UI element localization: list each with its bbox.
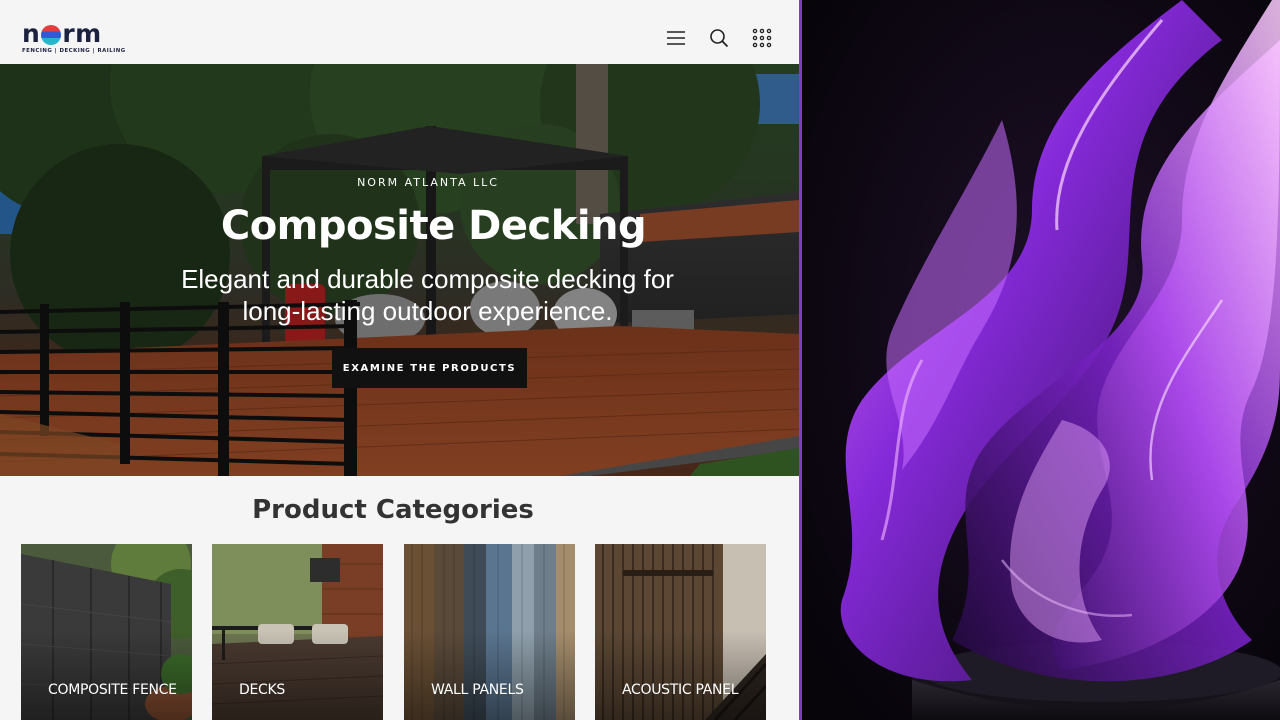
fluid-sculpture-graphic xyxy=(802,0,1280,720)
card-shade xyxy=(404,630,575,720)
category-label: COMPOSITE FENCE xyxy=(48,682,177,698)
examine-products-button[interactable]: EXAMINE THE PRODUCTS xyxy=(332,348,527,388)
brand-logo[interactable]: n rm FENCING | DECKING | RAILING xyxy=(22,19,132,56)
logo-letter-n: n xyxy=(22,19,41,48)
site-header: n rm FENCING | DECKING | RAILING xyxy=(0,0,799,64)
logo-wordmark: n rm xyxy=(22,19,132,48)
category-card-composite-fence[interactable]: COMPOSITE FENCE xyxy=(21,544,192,720)
category-cards: COMPOSITE FENCE DECKS WALL PANELS ACOUST… xyxy=(21,544,781,720)
purple-fluid-sculpture-art xyxy=(802,0,1280,720)
category-card-decks[interactable]: DECKS xyxy=(212,544,383,720)
hero-banner: NORM ATLANTA LLC Composite Decking Elega… xyxy=(0,64,799,476)
category-card-wall-panels[interactable]: WALL PANELS xyxy=(404,544,575,720)
card-shade xyxy=(595,630,766,720)
hero-subtitle: Elegant and durable composite decking fo… xyxy=(181,264,674,326)
hero-eyebrow: NORM ATLANTA LLC xyxy=(357,176,499,189)
categories-heading: Product Categories xyxy=(252,495,534,525)
category-card-acoustic-panel[interactable]: ACOUSTIC PANEL xyxy=(595,544,766,720)
apps-grid-icon[interactable] xyxy=(752,28,772,48)
website-panel: n rm FENCING | DECKING | RAILING NORM AT… xyxy=(0,0,799,720)
search-icon[interactable] xyxy=(709,28,729,48)
card-shade xyxy=(21,630,192,720)
hero-title: Composite Decking xyxy=(220,203,647,249)
hero-copy: NORM ATLANTA LLC Composite Decking Elega… xyxy=(0,64,799,476)
logo-letters-rm: rm xyxy=(62,19,102,48)
category-label: ACOUSTIC PANEL xyxy=(622,682,739,698)
menu-icon[interactable] xyxy=(666,28,686,48)
card-shade xyxy=(212,630,383,720)
category-label: DECKS xyxy=(239,682,285,698)
category-label: WALL PANELS xyxy=(431,682,524,698)
logo-wave-icon xyxy=(41,25,62,45)
logo-tagline: FENCING | DECKING | RAILING xyxy=(22,48,126,54)
